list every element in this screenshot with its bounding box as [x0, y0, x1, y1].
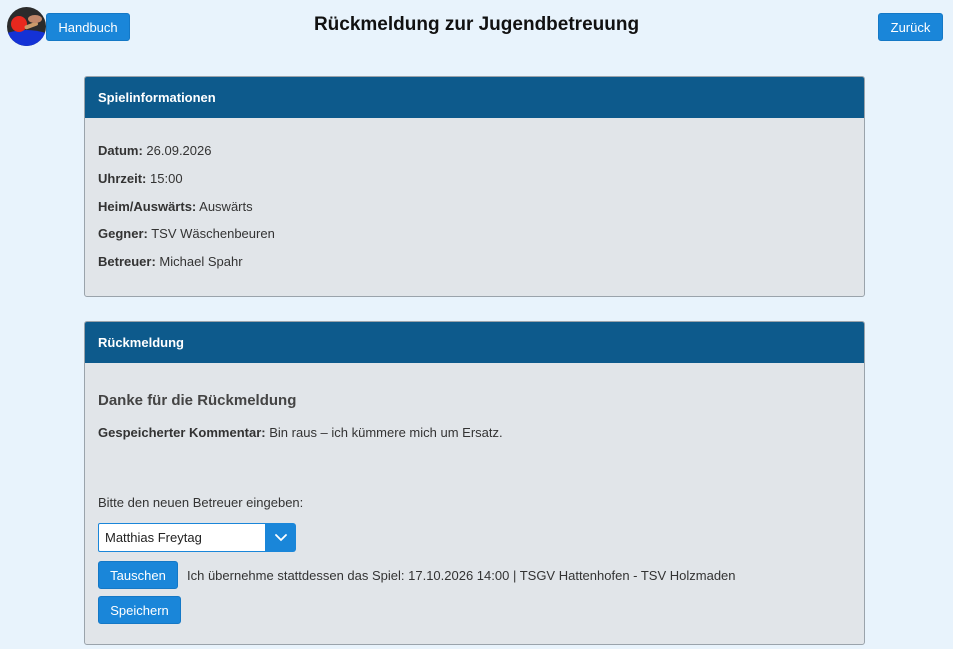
supervisor-combobox — [98, 523, 296, 552]
supervisor-dropdown-toggle[interactable] — [266, 523, 296, 552]
swap-game-text: Ich übernehme stattdessen das Spiel: 17.… — [187, 568, 736, 583]
info-label: Heim/Auswärts: — [98, 198, 197, 214]
info-row-opponent: Gegner: TSV Wäschenbeuren — [98, 227, 851, 255]
saved-comment: Gespeicherter Kommentar: Bin raus – ich … — [98, 425, 503, 440]
swap-button[interactable]: Tauschen — [98, 561, 178, 589]
comment-label: Gespeicherter Kommentar: — [98, 425, 266, 440]
comment-value: Bin raus – ich kümmere mich um Ersatz. — [269, 425, 503, 440]
info-label: Datum: — [98, 143, 143, 158]
page-title: Rückmeldung zur Jugendbetreuung — [313, 14, 640, 35]
info-row-supervisor: Betreuer: Michael Spahr — [98, 255, 851, 283]
info-label: Gegner: — [98, 226, 148, 242]
info-value: Michael Spahr — [159, 254, 243, 270]
info-value: TSV Wäschenbeuren — [151, 226, 275, 242]
game-info-list: Datum: 26.09.2026 Uhrzeit: 15:00 Heim/Au… — [85, 118, 864, 283]
info-label: Betreuer: — [98, 254, 156, 270]
info-row-home-away: Heim/Auswärts: Auswärts — [98, 198, 851, 228]
info-row-date: Datum: 26.09.2026 — [98, 144, 851, 172]
save-button[interactable]: Speichern — [98, 596, 181, 624]
info-value: 26.09.2026 — [146, 143, 212, 158]
supervisor-input[interactable] — [98, 523, 266, 552]
info-value: 15:00 — [150, 170, 183, 186]
info-row-time: Uhrzeit: 15:00 — [98, 170, 851, 200]
new-supervisor-prompt: Bitte den neuen Betreuer eingeben: — [98, 495, 304, 510]
info-value: Auswärts — [199, 198, 253, 214]
back-button[interactable]: Zurück — [878, 13, 943, 41]
thanks-heading: Danke für die Rückmeldung — [98, 392, 297, 409]
info-label: Uhrzeit: — [98, 170, 147, 186]
game-info-heading: Spielinformationen — [85, 77, 864, 118]
feedback-heading: Rückmeldung — [85, 322, 864, 363]
chevron-down-icon — [275, 533, 287, 541]
feedback-card: Rückmeldung Danke für die Rückmeldung Ge… — [84, 321, 865, 645]
game-info-card: Spielinformationen Datum: 26.09.2026 Uhr… — [84, 76, 865, 297]
